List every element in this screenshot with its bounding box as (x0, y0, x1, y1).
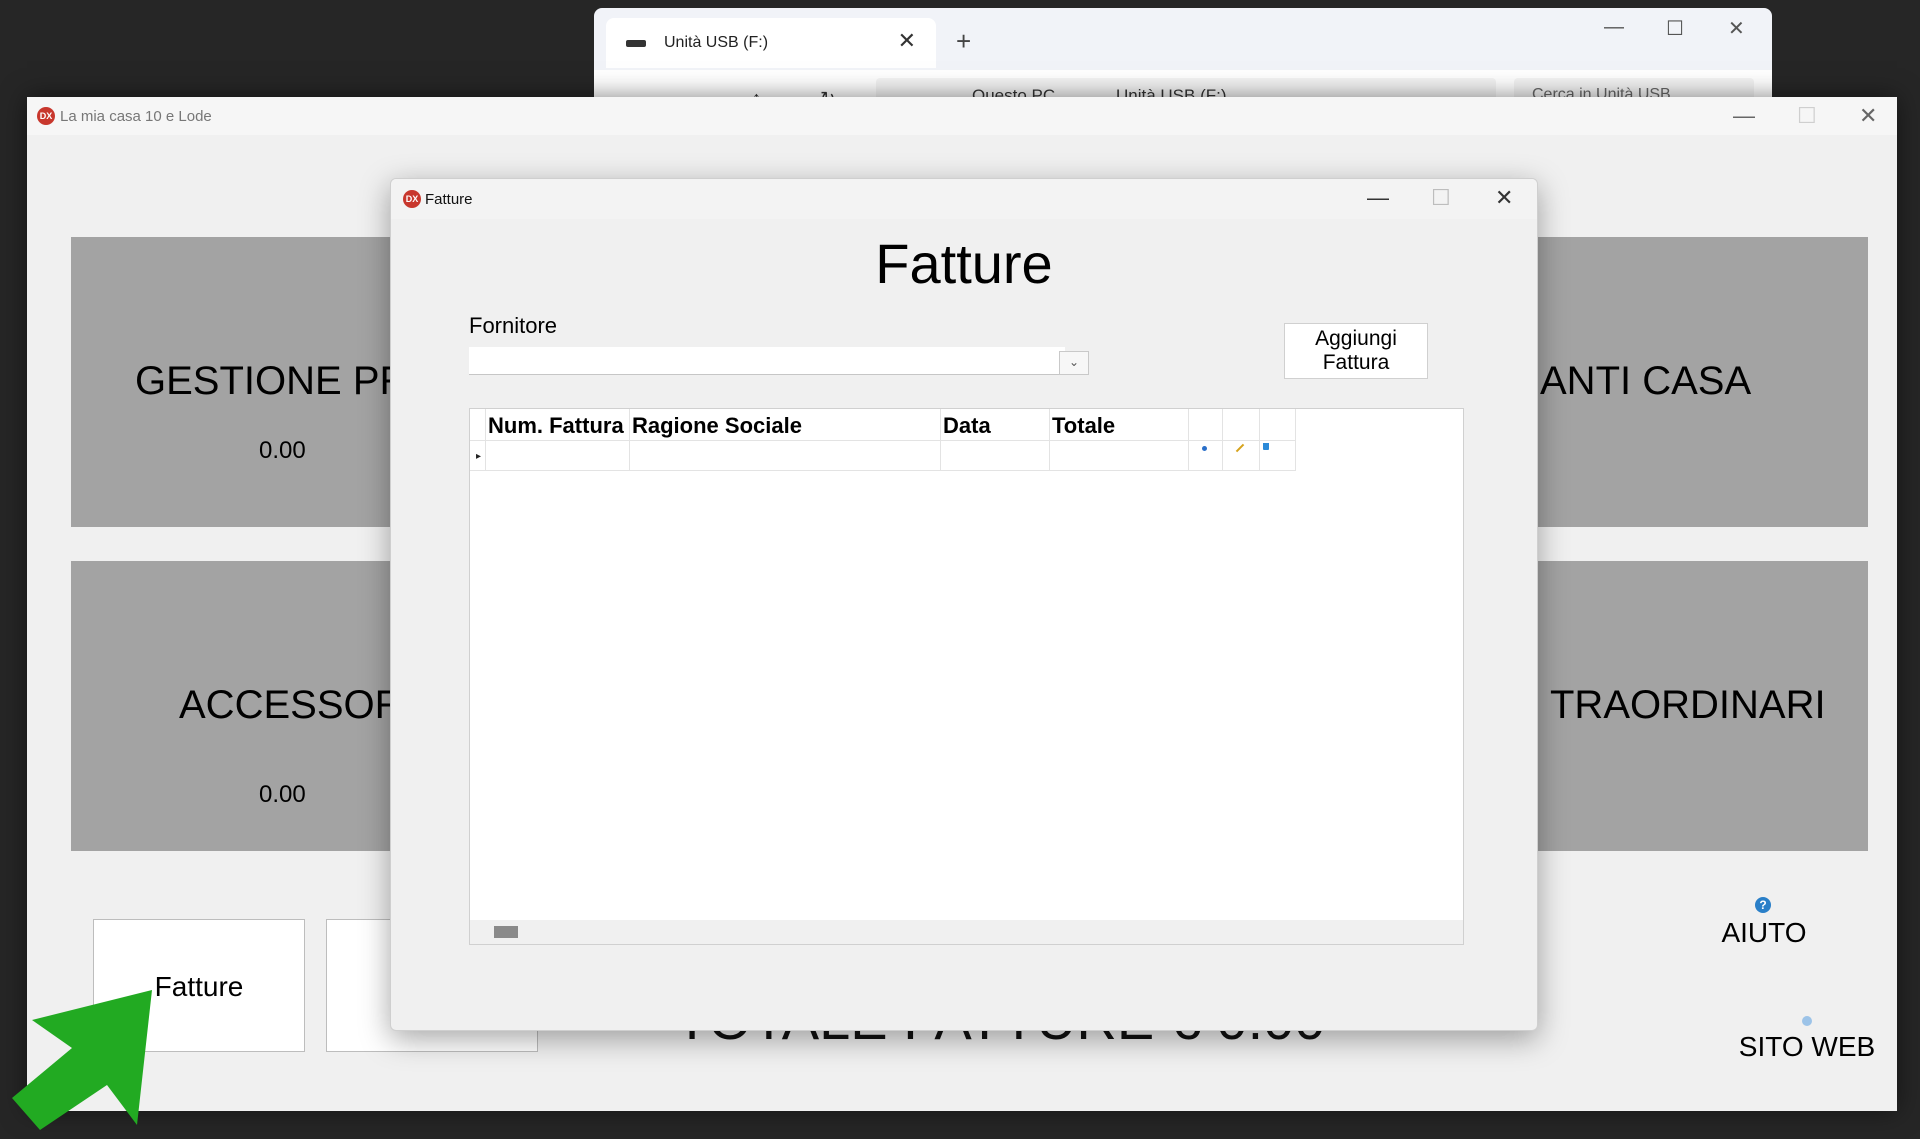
add-invoice-button[interactable]: Aggiungi Fattura (1284, 323, 1428, 379)
tile-accessori[interactable]: ACCESSORI 0.00 (71, 561, 431, 851)
view-icon[interactable] (1202, 446, 1207, 451)
fatture-dialog: DX Fatture — ☐ ✕ Fatture Fornitore ⌄ Agg… (390, 178, 1538, 1031)
globe-icon[interactable] (1802, 1016, 1812, 1026)
tile-anti-casa[interactable]: ANTI CASA (1536, 237, 1868, 527)
column-header-totale[interactable]: Totale (1050, 409, 1189, 441)
horizontal-scrollbar[interactable] (470, 920, 1463, 944)
app-logo-icon: DX (37, 107, 55, 125)
help-link[interactable]: AIUTO (1721, 917, 1806, 949)
scrollbar-thumb[interactable] (494, 926, 518, 938)
main-maximize-button[interactable]: ☐ (1797, 103, 1817, 129)
chevron-down-icon: ⌄ (1069, 355, 1080, 369)
grid-header-indicator (470, 409, 486, 441)
table-cell[interactable] (486, 441, 630, 471)
row-indicator-icon: ▸ (470, 441, 486, 471)
column-header-data[interactable]: Data (941, 409, 1050, 441)
tile-gestione-title: GESTIONE PR (135, 359, 409, 403)
dialog-maximize-button[interactable]: ☐ (1431, 185, 1451, 211)
tile-straordinari[interactable]: TRAORDINARI (1536, 561, 1868, 851)
column-header-delete (1260, 409, 1296, 441)
dialog-minimize-button[interactable]: — (1367, 185, 1389, 211)
explorer-maximize-button[interactable]: ☐ (1666, 16, 1684, 41)
column-header-edit (1223, 409, 1260, 441)
green-arrow-icon (12, 990, 152, 1130)
explorer-minimize-button[interactable]: — (1604, 16, 1624, 39)
tile-gestione[interactable]: GESTIONE PR 0.00 (71, 237, 431, 527)
table-cell[interactable] (941, 441, 1050, 471)
tile-straordinari-title: TRAORDINARI (1550, 683, 1826, 727)
dialog-window-title: Fatture (425, 191, 473, 208)
supplier-label: Fornitore (469, 313, 558, 338)
explorer-tab[interactable]: Unità USB (F:) ✕ (606, 18, 936, 68)
tile-accessori-title: ACCESSORI (179, 683, 415, 727)
main-window-title: La mia casa 10 e Lode (60, 108, 212, 125)
explorer-close-button[interactable]: ✕ (1728, 16, 1745, 41)
dialog-heading: Fatture (875, 232, 1053, 295)
tile-anti-casa-title: ANTI CASA (1540, 359, 1752, 403)
edit-row-cell[interactable] (1223, 441, 1260, 471)
explorer-tab-title: Unità USB (F:) (664, 34, 769, 51)
file-explorer-window: Unità USB (F:) ✕ + — ☐ ✕ ← → ↑ ↻ Questo … (594, 8, 1772, 100)
table-cell[interactable] (630, 441, 941, 471)
supplier-combo-input[interactable] (469, 347, 1065, 375)
usb-drive-icon (626, 40, 646, 47)
view-row-cell[interactable] (1189, 441, 1223, 471)
main-minimize-button[interactable]: — (1733, 103, 1755, 129)
edit-icon[interactable] (1235, 443, 1245, 453)
column-header-ragione-sociale[interactable]: Ragione Sociale (630, 409, 941, 441)
dialog-titlebar: DX Fatture — ☐ ✕ (391, 179, 1537, 219)
supplier-dropdown-button[interactable]: ⌄ (1059, 351, 1089, 375)
table-cell[interactable] (1050, 441, 1189, 471)
website-link[interactable]: SITO WEB (1739, 1031, 1875, 1063)
delete-icon[interactable] (1263, 443, 1269, 450)
main-close-button[interactable]: ✕ (1859, 103, 1877, 129)
dialog-logo-icon: DX (403, 190, 421, 208)
column-header-num-fattura[interactable]: Num. Fattura (486, 409, 630, 441)
column-header-view (1189, 409, 1223, 441)
new-tab-button[interactable]: + (956, 28, 971, 54)
delete-row-cell[interactable] (1260, 441, 1296, 471)
tile-gestione-value: 0.00 (259, 437, 306, 464)
tile-accessori-value: 0.00 (259, 781, 306, 808)
invoices-grid[interactable]: Num. Fattura Ragione Sociale Data Totale… (469, 408, 1464, 945)
help-icon[interactable]: ? (1755, 897, 1771, 913)
main-titlebar: DX La mia casa 10 e Lode — ☐ ✕ (27, 97, 1897, 135)
close-tab-icon[interactable]: ✕ (898, 28, 916, 54)
dialog-close-button[interactable]: ✕ (1495, 185, 1513, 211)
